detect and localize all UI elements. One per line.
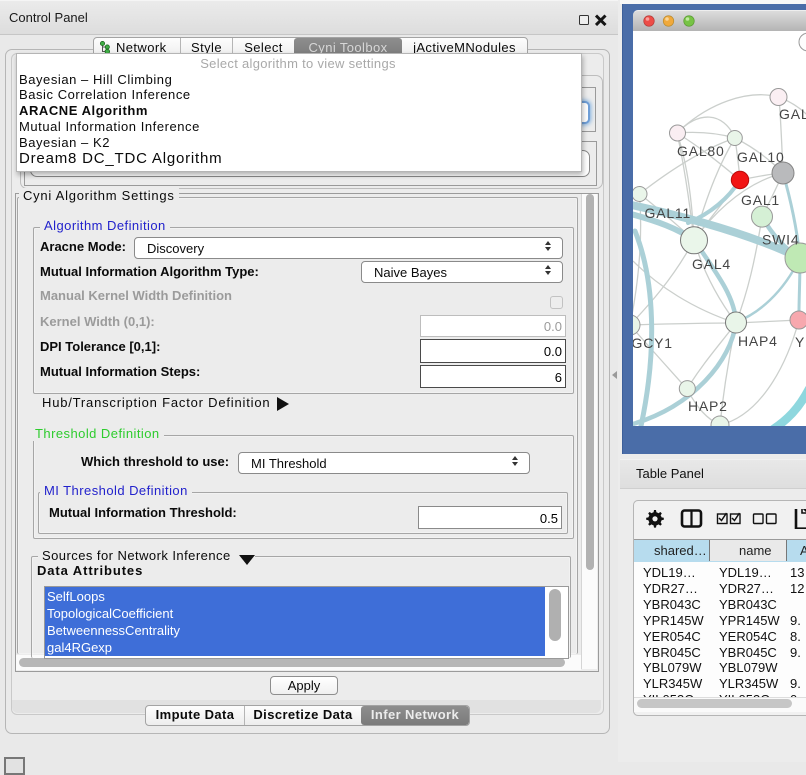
svg-text:GAL10: GAL10: [737, 149, 785, 165]
svg-text:GAL80: GAL80: [677, 143, 725, 159]
svg-text:GAL11: GAL11: [645, 205, 692, 221]
svg-text:GAL2: GAL2: [779, 106, 806, 122]
svg-text:GAL4: GAL4: [692, 256, 731, 272]
svg-text:HAP4: HAP4: [738, 333, 778, 349]
svg-text:SWI4: SWI4: [762, 232, 799, 248]
svg-text:GAL1: GAL1: [741, 192, 780, 208]
svg-text:HAP2: HAP2: [688, 398, 728, 414]
svg-text:YM: YM: [795, 334, 806, 350]
svg-text:GCY1: GCY1: [633, 335, 673, 351]
